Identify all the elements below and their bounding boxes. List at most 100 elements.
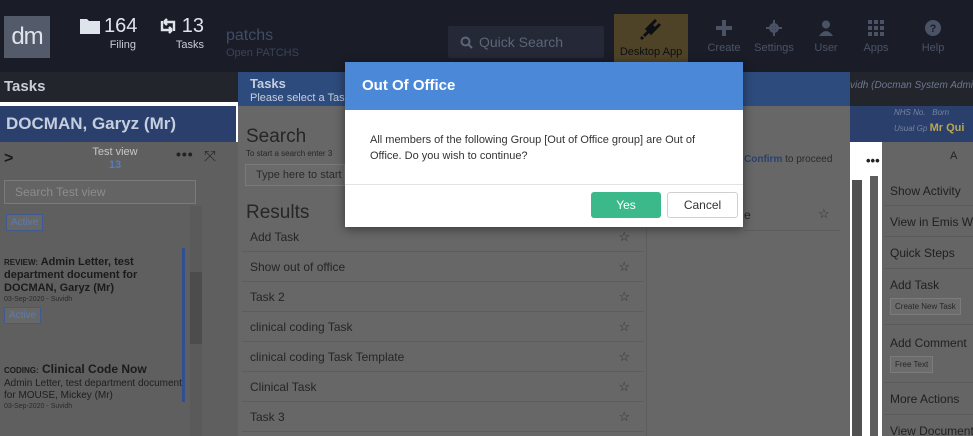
view-documents-action[interactable]: View Documents [890, 424, 973, 436]
plus-icon [716, 20, 732, 36]
quick-search-placeholder: Quick Search [479, 34, 564, 50]
settings-label: Settings [754, 42, 794, 54]
create-button[interactable]: Create [696, 14, 752, 66]
help-label: Help [921, 42, 945, 54]
user-icon [819, 20, 833, 36]
patchs-link[interactable]: patchs Open PATCHS [226, 28, 299, 60]
view-search-input[interactable]: Search Test view [4, 180, 196, 204]
search-heading: Search [246, 126, 307, 147]
dialog-header: Out Of Office [345, 62, 743, 110]
quick-search-input[interactable]: Quick Search [448, 26, 604, 58]
result-row[interactable]: Show out of office ☆ [242, 252, 644, 282]
add-comment-action[interactable]: Add Comment [890, 336, 967, 350]
result-label: clinical coding Task [250, 320, 353, 334]
tasks-panel-header: Tasks [0, 72, 238, 102]
star-icon[interactable]: ☆ [618, 372, 630, 402]
view-title-text: Test view [92, 146, 138, 158]
tasks-count: 13 [181, 15, 204, 37]
confirm-link[interactable]: Confirm [744, 154, 782, 165]
filing-count: 164 [104, 15, 138, 37]
result-row[interactable]: clinical coding Task Template ☆ [242, 342, 644, 372]
chevron-right-icon[interactable]: > [4, 150, 13, 168]
tasks-modal-scrollbar[interactable] [852, 180, 862, 436]
dialog-message: All members of the following Group [Out … [370, 134, 696, 162]
test-view-header: > Test view 13 ••• ⤧ [0, 146, 238, 178]
left-scrollbar-thumb[interactable] [190, 272, 202, 344]
star-icon[interactable]: ☆ [618, 252, 630, 282]
result-row[interactable]: clinical coding Task ☆ [242, 312, 644, 342]
result-label: Show out of office [250, 260, 346, 274]
apps-label: Apps [863, 42, 889, 54]
question-icon: ? [925, 20, 941, 36]
star-icon[interactable]: ☆ [818, 206, 830, 222]
star-icon[interactable]: ☆ [618, 282, 630, 312]
star-icon[interactable]: ☆ [618, 342, 630, 372]
nhs-number-label: NHS No. [894, 108, 926, 117]
task-description: Admin Letter, test department document f… [4, 378, 182, 401]
dialog-divider [345, 184, 743, 185]
grid-icon [868, 20, 884, 36]
folder-icon [80, 19, 100, 34]
search-hint: To start a search enter 3 [246, 149, 333, 158]
divider [884, 236, 973, 237]
user-button[interactable]: User [804, 14, 848, 66]
star-icon[interactable]: ☆ [618, 402, 630, 432]
tasks-label: Tasks [175, 39, 204, 51]
create-label: Create [707, 42, 741, 54]
desktop-app-button[interactable]: Desktop App [614, 14, 688, 66]
add-task-action[interactable]: Add Task [890, 278, 939, 292]
more-options-icon[interactable]: ••• [866, 153, 880, 168]
task-type-label: REVIEW: [4, 258, 39, 267]
actions-header-letter: A [950, 150, 958, 162]
result-row[interactable]: Clinical Task ☆ [242, 372, 644, 402]
create-new-task-chip[interactable]: Create New Task [890, 298, 961, 315]
result-label: clinical coding Task Template [250, 350, 405, 364]
star-icon[interactable]: ☆ [618, 312, 630, 342]
out-of-office-dialog: Out Of Office All members of the followi… [345, 62, 743, 227]
task-card[interactable]: CODING: Clinical Code Now Admin Letter, … [4, 362, 184, 410]
tasks-counter[interactable]: 13 Tasks [148, 14, 204, 52]
free-text-chip[interactable]: Free Text [890, 356, 934, 373]
plug-icon [639, 18, 662, 41]
more-actions-action[interactable]: More Actions [890, 392, 959, 406]
left-scrollbar[interactable] [190, 206, 202, 436]
result-label: Clinical Task [250, 380, 317, 394]
task-meta: 03-Sep-2020 - Suvidh [4, 296, 73, 303]
task-type-label: CODING: [4, 366, 39, 375]
active-tag-label: Active [6, 214, 44, 231]
settings-button[interactable]: Settings [746, 14, 802, 66]
result-row[interactable]: Task 2 ☆ [242, 282, 644, 312]
apps-button[interactable]: Apps [856, 14, 896, 66]
yes-button[interactable]: Yes [591, 192, 661, 218]
task-meta: 03-Sep-2020 - Suvidh [4, 403, 73, 410]
view-count: 13 [108, 159, 122, 171]
divider [744, 230, 840, 231]
divider [884, 324, 973, 325]
tasks-modal-title: Tasks [250, 76, 286, 91]
filing-counter[interactable]: 164 Filing [80, 14, 138, 52]
actions-scrollbar[interactable] [870, 176, 878, 436]
show-activity-action[interactable]: Show Activity [890, 184, 961, 198]
task-search-input[interactable]: Type here to start [245, 164, 345, 186]
usual-gp-label: Usual Gp [894, 124, 928, 133]
divider [884, 268, 973, 269]
view-in-emis-action[interactable]: View in Emis We [890, 215, 973, 229]
filing-label: Filing [109, 39, 136, 51]
result-row[interactable]: Task 3 ☆ [242, 402, 644, 432]
help-button[interactable]: ? Help [912, 14, 954, 66]
result-label: Task 3 [250, 410, 285, 424]
patient-name-banner[interactable]: DOCMAN, Garyz (Mr) [0, 106, 236, 142]
search-icon [460, 36, 473, 49]
divider [884, 205, 973, 206]
tasks-modal-subtitle: Please select a Task [250, 92, 351, 104]
active-tag: Active [6, 214, 44, 231]
more-options-icon[interactable]: ••• [176, 146, 194, 162]
divider [884, 382, 973, 383]
docman-logo[interactable]: dm [4, 16, 50, 58]
view-title[interactable]: Test view 13 [60, 146, 170, 172]
nhs-born-row: NHS No. Born [894, 108, 949, 117]
expand-icon[interactable]: ⤧ [204, 148, 216, 165]
quick-steps-action[interactable]: Quick Steps [890, 246, 955, 260]
task-card-selected[interactable]: REVIEW: Admin Letter, test department do… [4, 256, 184, 324]
cancel-button[interactable]: Cancel [667, 192, 738, 218]
